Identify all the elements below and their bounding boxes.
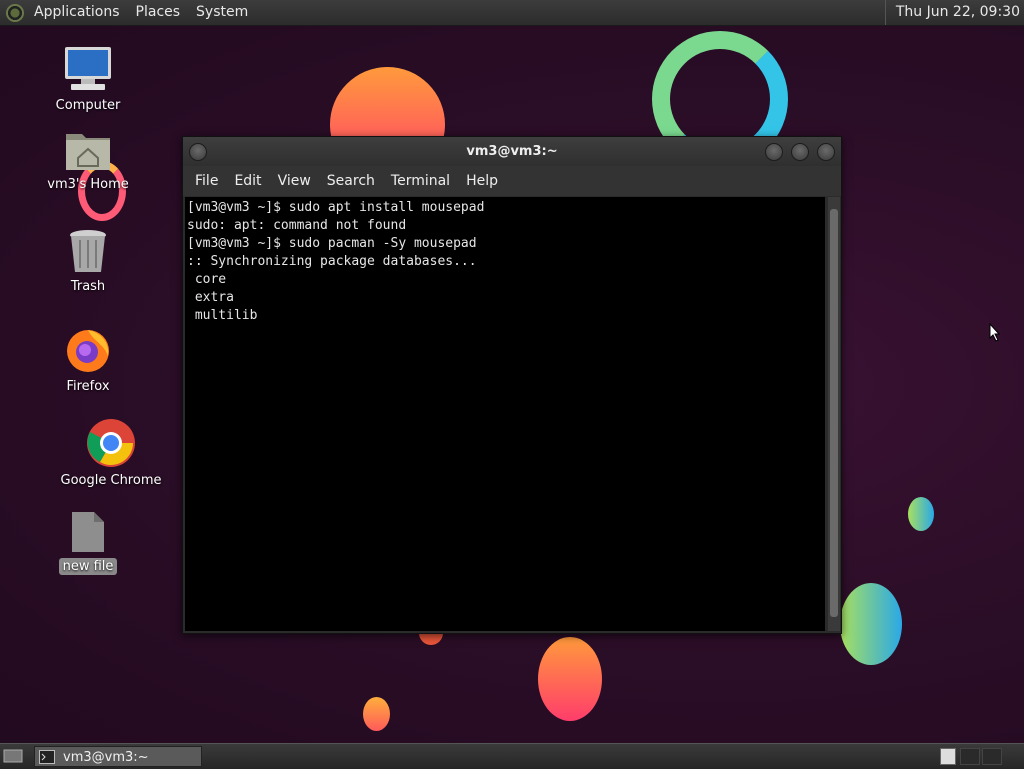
bottom-panel: vm3@vm3:~	[0, 743, 1024, 769]
chrome-icon	[87, 419, 135, 467]
window-titlebar[interactable]: vm3@vm3:~	[183, 137, 841, 166]
show-desktop-icon[interactable]	[3, 748, 23, 764]
terminal-menubar: File Edit View Search Terminal Help	[183, 166, 841, 196]
terminal-line: core	[187, 272, 227, 287]
desktop-icon-computer[interactable]: Computer	[33, 45, 143, 114]
menu-places[interactable]: Places	[128, 0, 189, 25]
decorative-blob	[363, 697, 390, 731]
desktop-icon-label: Computer	[55, 98, 121, 113]
desktop-icon-trash[interactable]: Trash	[33, 228, 143, 295]
mate-logo-icon[interactable]	[6, 3, 24, 22]
terminal-line: multilib	[187, 308, 258, 323]
terminal-line: extra	[187, 290, 234, 305]
desktop-icon-label: Firefox	[66, 379, 110, 394]
window-menu-button[interactable]	[189, 143, 207, 161]
terminal-line: [vm3@vm3 ~]$ sudo pacman -Sy mousepad	[187, 236, 477, 251]
firefox-icon	[67, 330, 109, 372]
terminal-line: :: Synchronizing package databases...	[187, 254, 477, 269]
maximize-button[interactable]	[791, 143, 809, 161]
taskbar-item-terminal[interactable]: vm3@vm3:~	[34, 746, 202, 767]
menu-view[interactable]: View	[270, 173, 319, 189]
desktop-icon-firefox[interactable]: Firefox	[33, 326, 143, 395]
terminal-icon	[39, 750, 55, 764]
menu-terminal[interactable]: Terminal	[383, 173, 458, 189]
menu-help[interactable]: Help	[458, 173, 506, 189]
workspace-2[interactable]	[960, 748, 980, 765]
menu-search[interactable]: Search	[319, 173, 383, 189]
top-panel: Applications Places System Thu Jun 22, 0…	[0, 0, 1024, 26]
terminal-line: sudo: apt: command not found	[187, 218, 407, 233]
decorative-blob	[538, 637, 602, 721]
menu-edit[interactable]: Edit	[226, 173, 269, 189]
scrollbar-thumb[interactable]	[830, 209, 838, 617]
menu-system[interactable]: System	[188, 0, 256, 25]
clock[interactable]: Thu Jun 22, 09:30	[884, 0, 1024, 25]
decorative-blob	[908, 497, 934, 531]
taskbar-item-label: vm3@vm3:~	[63, 750, 149, 765]
desktop-icon-home[interactable]: vm3's Home	[33, 128, 143, 193]
terminal-window[interactable]: vm3@vm3:~ File Edit View Search Terminal…	[182, 136, 842, 634]
window-title: vm3@vm3:~	[466, 144, 558, 159]
workspace-1[interactable]	[940, 748, 956, 765]
desktop-icon-label: Google Chrome	[60, 473, 162, 488]
minimize-button[interactable]	[765, 143, 783, 161]
desktop-icon-chrome[interactable]: Google Chrome	[56, 418, 166, 489]
computer-icon	[65, 47, 111, 90]
workspace-switcher[interactable]	[940, 748, 1020, 765]
desktop-icon-new-file[interactable]: new file	[33, 510, 143, 575]
terminal-scrollbar[interactable]	[828, 197, 840, 631]
desktop-icon-label: new file	[58, 558, 118, 575]
menu-applications[interactable]: Applications	[26, 0, 128, 25]
file-icon	[72, 512, 104, 552]
menu-file[interactable]: File	[187, 173, 226, 189]
trash-icon	[70, 230, 106, 272]
close-button[interactable]	[817, 143, 835, 161]
workspace-3[interactable]	[982, 748, 1002, 765]
mouse-cursor-icon	[989, 323, 1001, 342]
terminal-output[interactable]: [vm3@vm3 ~]$ sudo apt install mousepad su…	[185, 197, 825, 631]
desktop-icon-label: vm3's Home	[47, 177, 129, 192]
decorative-blob	[840, 583, 902, 665]
desktop-icon-label: Trash	[70, 279, 106, 294]
terminal-line: [vm3@vm3 ~]$ sudo apt install mousepad	[187, 200, 485, 215]
home-folder-icon	[66, 134, 110, 170]
